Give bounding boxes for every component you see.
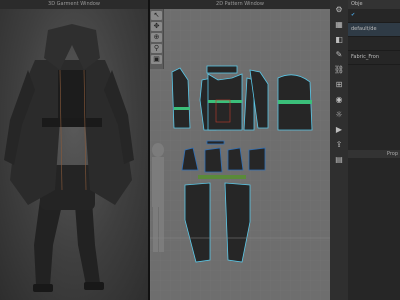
pattern-piece-strap: [206, 140, 225, 145]
check-icon[interactable]: ✔: [351, 12, 355, 18]
property-editor-header: Prop: [348, 150, 400, 158]
left-leg: [34, 200, 62, 286]
transform-icon[interactable]: ✥: [151, 22, 162, 31]
save-icon[interactable]: ▤: [333, 154, 345, 165]
pattern-piece-top-side: [204, 147, 223, 173]
measure-icon[interactable]: ⊞: [333, 79, 345, 90]
grid-icon[interactable]: ▦: [333, 19, 345, 30]
gear-icon[interactable]: ⚙: [333, 4, 345, 15]
2d-window-title: 2D Pattern Window: [150, 0, 330, 9]
layers-icon[interactable]: ◧: [333, 34, 345, 45]
object-row-checked[interactable]: ✔: [348, 9, 400, 23]
object-browser-header: Obje: [348, 0, 400, 9]
waistband-green: [198, 175, 246, 179]
export-icon[interactable]: ⇪: [333, 139, 345, 150]
light-icon[interactable]: ☼: [333, 109, 345, 120]
render-icon[interactable]: ▶: [333, 124, 345, 135]
fit-icon[interactable]: ▣: [151, 55, 162, 64]
3d-garment-window[interactable]: [0, 0, 148, 300]
right-leg: [75, 200, 100, 285]
2d-tool-strip: ↖ ✥ ⊕ ⚲ ▣: [150, 9, 164, 69]
inner-top: [58, 70, 86, 120]
pin-icon[interactable]: ⚲: [151, 44, 162, 53]
brush-icon[interactable]: ✎: [333, 49, 345, 60]
object-row-empty[interactable]: [348, 37, 400, 51]
pattern-piece-collar-top: [206, 65, 238, 74]
object-row-fabric[interactable]: Fabric_Fron: [348, 51, 400, 65]
green-band-left: [174, 107, 190, 110]
3d-window-title: 3D Garment Window: [0, 0, 148, 9]
select-icon[interactable]: ↖: [151, 11, 162, 20]
pattern-piece-top-back: [227, 147, 244, 171]
object-row-default[interactable]: default/de: [348, 23, 400, 37]
green-band-center: [208, 100, 242, 103]
waistband: [42, 118, 102, 127]
object-browser-panel: Obje ✔ default/de Fabric_Fron Prop: [348, 0, 400, 300]
right-shoe: [84, 282, 104, 290]
avatar-with-garment[interactable]: [0, 0, 148, 300]
avatar-silhouette: [152, 143, 164, 252]
pattern-piece-top-panel: [248, 147, 266, 171]
left-shoe: [33, 284, 53, 292]
link-icon[interactable]: ⛓: [333, 64, 345, 75]
green-band-hood: [278, 100, 312, 104]
pattern-canvas[interactable]: [150, 0, 330, 300]
2d-pattern-window[interactable]: [150, 0, 330, 300]
zoom-icon[interactable]: ⊕: [151, 33, 162, 42]
camera-icon[interactable]: ◉: [333, 94, 345, 105]
right-tool-strip: ⚙ ▦ ◧ ✎ ⛓ ⊞ ◉ ☼ ▶ ⇪ ▤: [330, 0, 348, 300]
